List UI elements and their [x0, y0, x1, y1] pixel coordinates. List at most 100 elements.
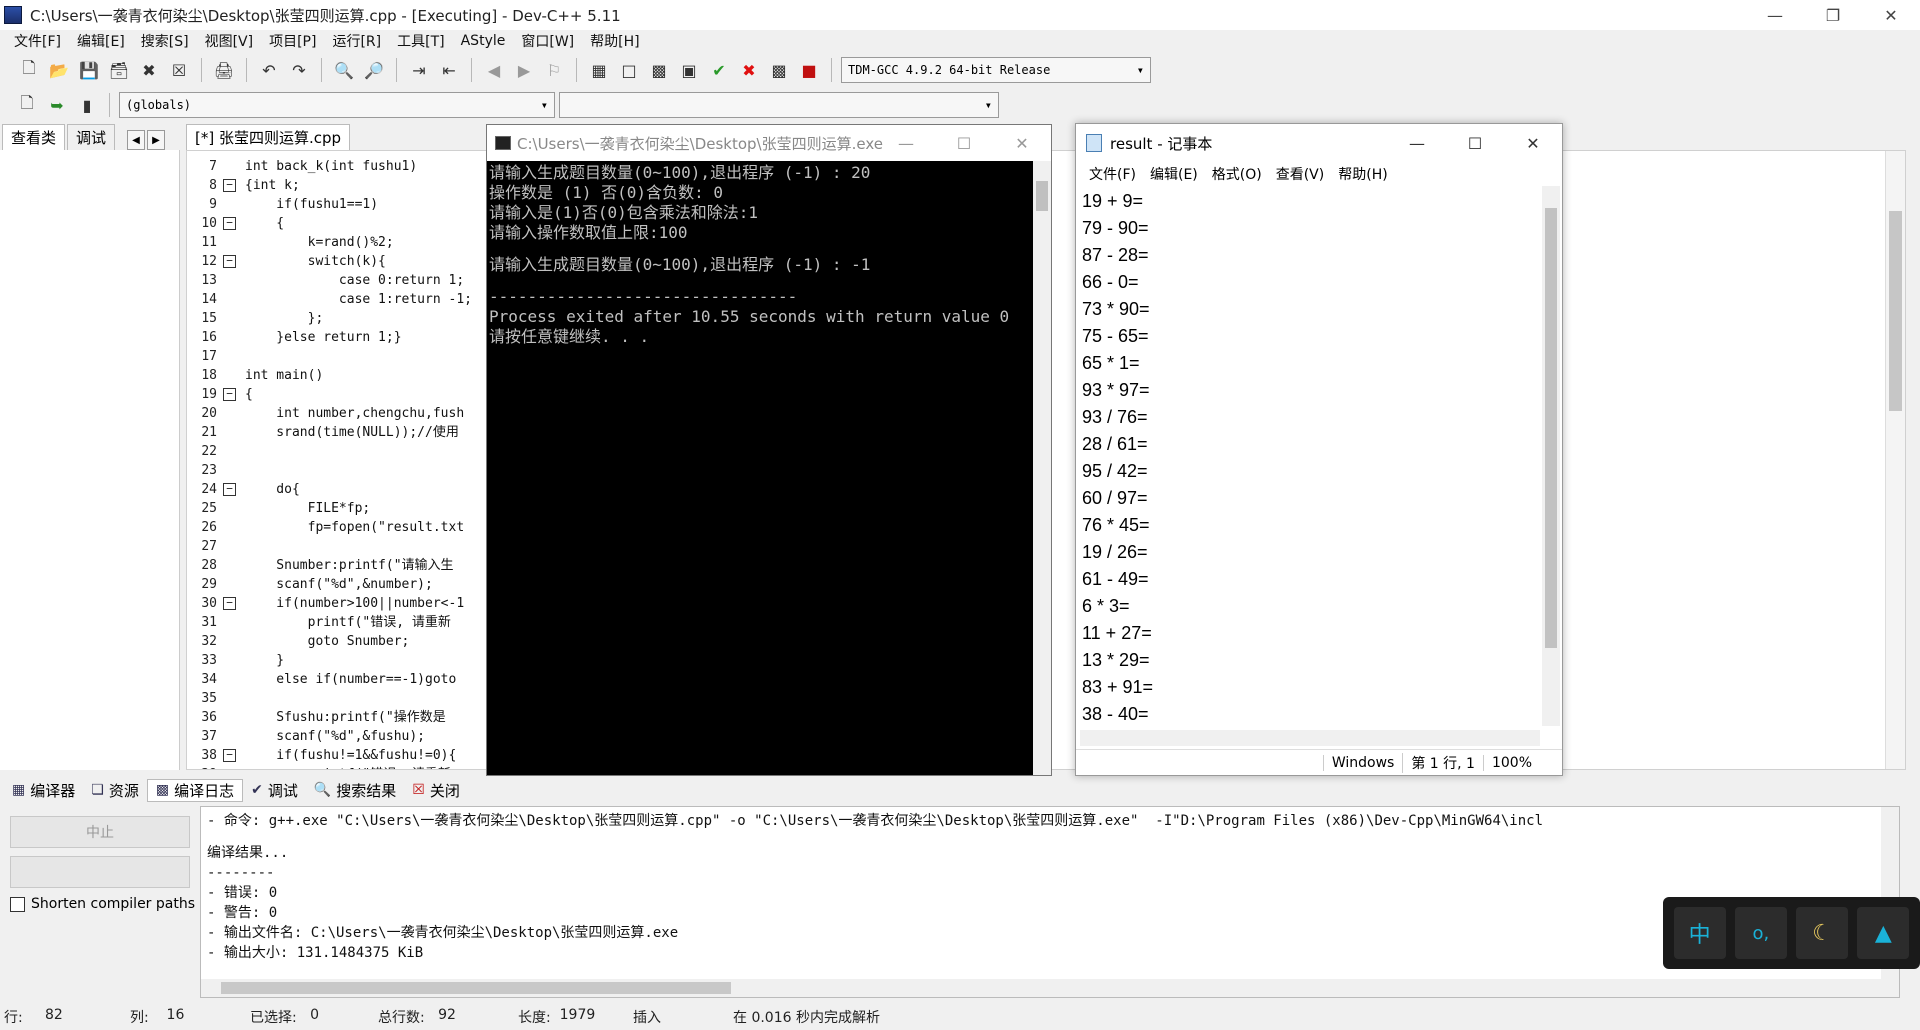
save-icon[interactable]: 💾 [76, 57, 102, 83]
bookmark-icon[interactable]: ⚐ [541, 57, 567, 83]
notepad-line[interactable]: 38 - 40= [1080, 701, 1540, 728]
new-file-icon[interactable]: 🗋 [16, 57, 42, 83]
delete-profile-icon[interactable]: ■ [796, 57, 822, 83]
member-select[interactable]: ▾ [559, 92, 999, 118]
stop-execution-icon[interactable]: ✖ [736, 57, 762, 83]
debug-check-icon[interactable]: ✔ [706, 57, 732, 83]
fold-toggle-icon[interactable]: − [223, 749, 236, 762]
notepad-line[interactable]: 87 - 28= [1080, 242, 1540, 269]
notepad-line[interactable]: 28 / 61= [1080, 431, 1540, 458]
scrollbar-thumb[interactable] [221, 982, 731, 994]
close-button[interactable]: ✕ [1862, 0, 1920, 30]
notepad-line[interactable]: 19 / 26= [1080, 539, 1540, 566]
tab-scroll-left-icon[interactable]: ◀ [127, 130, 146, 150]
fold-toggle-icon[interactable]: − [223, 483, 236, 496]
class-browser-panel[interactable] [0, 150, 180, 770]
menu-run[interactable]: 运行[R] [324, 31, 389, 51]
notepad-line[interactable]: 19 + 9= [1080, 188, 1540, 215]
tab-debug-output[interactable]: ✔ 调试 [243, 780, 306, 801]
compile-icon[interactable]: ▦ [586, 57, 612, 83]
notepad-line[interactable]: 93 * 97= [1080, 377, 1540, 404]
menu-astyle[interactable]: AStyle [453, 33, 514, 49]
menu-help[interactable]: 帮助[H] [582, 31, 647, 51]
tab-search-results[interactable]: 🔍 搜索结果 [306, 780, 404, 801]
notepad-line[interactable]: 66 - 0= [1080, 269, 1540, 296]
menu-view[interactable]: 视图[V] [197, 31, 262, 51]
scrollbar-thumb[interactable] [1036, 181, 1048, 211]
console-minimize-button[interactable]: — [877, 125, 935, 161]
log-horizontal-scrollbar[interactable] [201, 979, 1899, 997]
replace-icon[interactable]: 🔎 [361, 57, 387, 83]
menu-window[interactable]: 窗口[W] [513, 31, 582, 51]
fold-toggle-icon[interactable]: − [223, 179, 236, 192]
scrollbar-thumb[interactable] [1889, 211, 1902, 411]
run-icon[interactable]: □ [616, 57, 642, 83]
console-close-button[interactable]: ✕ [993, 125, 1051, 161]
notepad-line[interactable]: 83 + 91= [1080, 674, 1540, 701]
forward-icon[interactable]: ▶ [511, 57, 537, 83]
tab-class-browser[interactable]: 查看类 [2, 124, 66, 150]
notepad-line[interactable]: 13 * 29= [1080, 647, 1540, 674]
save-all-icon[interactable]: 🗃 [106, 57, 132, 83]
restore-button[interactable]: ❐ [1804, 0, 1862, 30]
profile-chart-icon[interactable]: ▩ [766, 57, 792, 83]
undo-icon[interactable]: ↶ [256, 57, 282, 83]
editor-scrollbar[interactable] [1885, 151, 1905, 769]
close-all-icon[interactable]: ☒ [166, 57, 192, 83]
shirt-icon[interactable]: ▲ [1857, 907, 1910, 959]
notepad-text-area[interactable]: 19 + 9= 79 - 90= 87 - 28= 66 - 0= 73 * 90= 75… [1080, 188, 1540, 728]
notepad-line[interactable]: 65 * 1= [1080, 350, 1540, 377]
notepad-line[interactable]: 73 * 90= [1080, 296, 1540, 323]
notepad-line[interactable]: 95 / 42= [1080, 458, 1540, 485]
notepad-menu-format[interactable]: 格式(O) [1205, 164, 1269, 184]
ime-language-button[interactable]: 中 [1673, 907, 1726, 959]
tab-compiler[interactable]: ▦ 编译器 [4, 780, 83, 801]
tab-debug[interactable]: 调试 [67, 124, 116, 150]
back-icon[interactable]: ◀ [481, 57, 507, 83]
notepad-line[interactable]: 6 * 3= [1080, 593, 1540, 620]
tab-resources[interactable]: ❏ 资源 [83, 780, 147, 801]
compile-run-icon[interactable]: ▩ [646, 57, 672, 83]
compile-log[interactable]: - 命令: g++.exe "C:\Users\一袭青衣何染尘\Desktop\… [200, 806, 1900, 998]
print-icon[interactable]: 🖨 [211, 57, 237, 83]
compiler-select[interactable]: TDM-GCC 4.9.2 64-bit Release ▾ [841, 57, 1151, 83]
menu-edit[interactable]: 编辑[E] [69, 31, 133, 51]
menu-search[interactable]: 搜索[S] [133, 31, 197, 51]
notepad-horizontal-scrollbar[interactable] [1080, 730, 1540, 746]
menu-file[interactable]: 文件[F] [6, 31, 69, 51]
notepad-vertical-scrollbar[interactable] [1542, 186, 1560, 726]
fold-toggle-icon[interactable]: − [223, 388, 236, 401]
indent-icon[interactable]: ⇥ [406, 57, 432, 83]
notepad-line[interactable]: 93 / 76= [1080, 404, 1540, 431]
notepad-menu-file[interactable]: 文件(F) [1082, 164, 1143, 184]
notepad-menu-edit[interactable]: 编辑(E) [1143, 164, 1205, 184]
notepad-line[interactable]: 75 - 65= [1080, 323, 1540, 350]
redo-icon[interactable]: ↷ [286, 57, 312, 83]
notepad-minimize-button[interactable]: — [1388, 124, 1446, 162]
notepad-line[interactable]: 11 + 27= [1080, 620, 1540, 647]
ime-punctuation-button[interactable]: o, [1734, 907, 1787, 959]
tab-compile-log[interactable]: ▩ 编译日志 [146, 778, 244, 802]
scope-select[interactable]: (globals) ▾ [119, 92, 555, 118]
unindent-icon[interactable]: ⇤ [436, 57, 462, 83]
tab-close[interactable]: ☒ 关闭 [404, 780, 468, 801]
notepad-menu-view[interactable]: 查看(V) [1269, 164, 1332, 184]
console-maximize-button[interactable]: ☐ [935, 125, 993, 161]
notepad-close-button[interactable]: ✕ [1504, 124, 1562, 162]
goto-icon[interactable]: ▮ [74, 92, 100, 118]
menu-tools[interactable]: 工具[T] [389, 31, 452, 51]
moon-icon[interactable]: ☾ [1796, 907, 1849, 959]
console-scrollbar[interactable] [1033, 161, 1051, 775]
notepad-line[interactable]: 79 - 90= [1080, 215, 1540, 242]
new-project-icon[interactable]: 🗋 [14, 92, 40, 118]
checkbox-box[interactable] [10, 896, 25, 912]
notepad-window[interactable]: result - 记事本 — ☐ ✕ 文件(F) 编辑(E) 格式(O) 查看(… [1075, 123, 1563, 776]
fold-toggle-icon[interactable]: − [223, 597, 236, 610]
notepad-line[interactable]: 76 * 45= [1080, 512, 1540, 539]
editor-tab-file[interactable]: [*] 张莹四则运算.cpp [186, 124, 351, 150]
tab-scroll-right-icon[interactable]: ▶ [147, 130, 166, 150]
notepad-line[interactable]: 60 / 97= [1080, 485, 1540, 512]
find-icon[interactable]: 🔍 [331, 57, 357, 83]
shorten-paths-checkbox[interactable]: Shorten compiler paths [10, 896, 195, 912]
insert-icon[interactable]: ➥ [44, 92, 70, 118]
